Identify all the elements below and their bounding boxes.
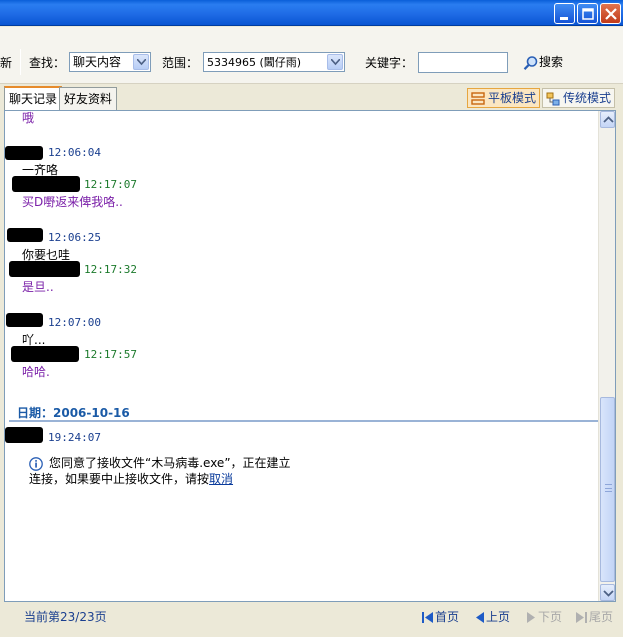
message-time: 12:17:57 bbox=[84, 348, 137, 361]
flat-mode-button[interactable]: 平板模式 bbox=[467, 88, 541, 108]
scope-label: 范围： bbox=[162, 56, 199, 70]
message-time: 19:24:07 bbox=[48, 431, 101, 444]
message-time: 12:17:32 bbox=[84, 263, 137, 276]
search-toolbar: 新 查找： 聊天内容 范围： 5334965 (閪仔雨) 关键字： 搜索 bbox=[0, 27, 623, 84]
tab-friend-info[interactable]: 好友资料 bbox=[59, 87, 118, 111]
search-button[interactable]: 搜索 bbox=[523, 52, 563, 72]
prev-page-icon bbox=[476, 612, 484, 623]
first-page-icon bbox=[422, 612, 433, 623]
last-page-icon bbox=[576, 612, 587, 623]
keyword-input[interactable] bbox=[418, 52, 508, 73]
toolbar-separator bbox=[20, 49, 21, 75]
scroll-down-button[interactable] bbox=[600, 584, 615, 601]
page-info: 当前第23/23页 bbox=[24, 610, 107, 624]
message-text: 哦 bbox=[22, 111, 35, 125]
classic-mode-label: 传统模式 bbox=[563, 91, 612, 105]
close-icon bbox=[605, 8, 617, 20]
scroll-up-button[interactable] bbox=[600, 111, 615, 128]
message-text: 是旦.. bbox=[22, 280, 54, 294]
title-bar bbox=[0, 0, 623, 26]
redacted-sender-name bbox=[9, 261, 80, 277]
close-button[interactable] bbox=[600, 3, 621, 24]
redacted-sender-name bbox=[5, 146, 43, 160]
keyword-label: 关键字： bbox=[365, 56, 414, 70]
classic-mode-button[interactable]: 传统模式 bbox=[542, 88, 616, 108]
flat-mode-icon bbox=[471, 91, 485, 105]
notice-text: 您同意了接收文件“木马病毒.exe”，正在建立连接，如果要中止接收文件，请按 bbox=[29, 456, 291, 486]
next-page-icon bbox=[527, 612, 535, 623]
next-page-label: 下页 bbox=[538, 610, 563, 624]
minimize-icon bbox=[560, 17, 568, 20]
minimize-button[interactable] bbox=[554, 3, 575, 24]
message-time: 12:06:04 bbox=[48, 146, 101, 159]
redacted-sender-name bbox=[6, 313, 43, 327]
flat-mode-label: 平板模式 bbox=[488, 91, 537, 105]
scope-select[interactable]: 5334965 (閪仔雨) bbox=[203, 52, 345, 72]
redacted-sender-name bbox=[5, 427, 43, 443]
message-time: 12:17:07 bbox=[84, 178, 137, 191]
file-transfer-notice: 您同意了接收文件“木马病毒.exe”，正在建立连接，如果要中止接收文件，请按取消 bbox=[29, 455, 299, 487]
chat-history-panel[interactable]: 哦 12:06:04 一齐咯 12:17:07 买D嘢返来俾我咯.. 12:06… bbox=[4, 110, 616, 602]
search-label: 搜索 bbox=[539, 55, 564, 69]
message-text: 买D嘢返来俾我咯.. bbox=[22, 195, 123, 209]
search-icon bbox=[523, 55, 538, 70]
message-time: 12:07:00 bbox=[48, 316, 101, 329]
prev-page-button[interactable]: 上页 bbox=[475, 608, 510, 625]
last-page-button[interactable]: 尾页 bbox=[576, 608, 613, 625]
chevron-down-icon bbox=[603, 590, 614, 597]
vertical-scrollbar[interactable] bbox=[598, 111, 615, 601]
maximize-button[interactable] bbox=[577, 3, 598, 24]
classic-mode-icon bbox=[546, 92, 560, 105]
partial-toolbar-label[interactable]: 新 bbox=[0, 54, 12, 71]
scrollbar-thumb[interactable] bbox=[600, 397, 615, 582]
next-page-button[interactable]: 下页 bbox=[527, 608, 562, 625]
chevron-down-icon bbox=[327, 54, 343, 70]
find-type-select[interactable]: 聊天内容 bbox=[69, 52, 151, 72]
date-header: 日期：2006-10-16 bbox=[17, 406, 130, 420]
tab-chat-history[interactable]: 聊天记录 bbox=[4, 86, 63, 111]
find-label: 查找： bbox=[29, 56, 66, 70]
pagination-footer: 当前第23/23页 首页 上页 下页 尾页 bbox=[0, 602, 623, 637]
message-time: 12:06:25 bbox=[48, 231, 101, 244]
find-type-value: 聊天内容 bbox=[73, 55, 122, 69]
message-text: 哈哈. bbox=[22, 365, 50, 379]
chevron-up-icon bbox=[603, 116, 614, 123]
prev-page-label: 上页 bbox=[486, 610, 511, 624]
maximize-icon bbox=[582, 8, 594, 20]
redacted-sender-name bbox=[12, 176, 80, 192]
scope-value: 5334965 (閪仔雨) bbox=[207, 56, 302, 69]
chevron-down-icon bbox=[133, 54, 149, 70]
first-page-button[interactable]: 首页 bbox=[422, 608, 459, 625]
redacted-sender-name bbox=[11, 346, 79, 362]
date-divider bbox=[9, 420, 599, 422]
tab-bar: 聊天记录 好友资料 平板模式 传统模式 bbox=[0, 84, 623, 111]
scrollbar-grip bbox=[605, 484, 612, 492]
cancel-transfer-link[interactable]: 取消 bbox=[209, 472, 233, 486]
first-page-label: 首页 bbox=[435, 610, 460, 624]
redacted-sender-name bbox=[7, 228, 43, 242]
last-page-label: 尾页 bbox=[589, 610, 614, 624]
